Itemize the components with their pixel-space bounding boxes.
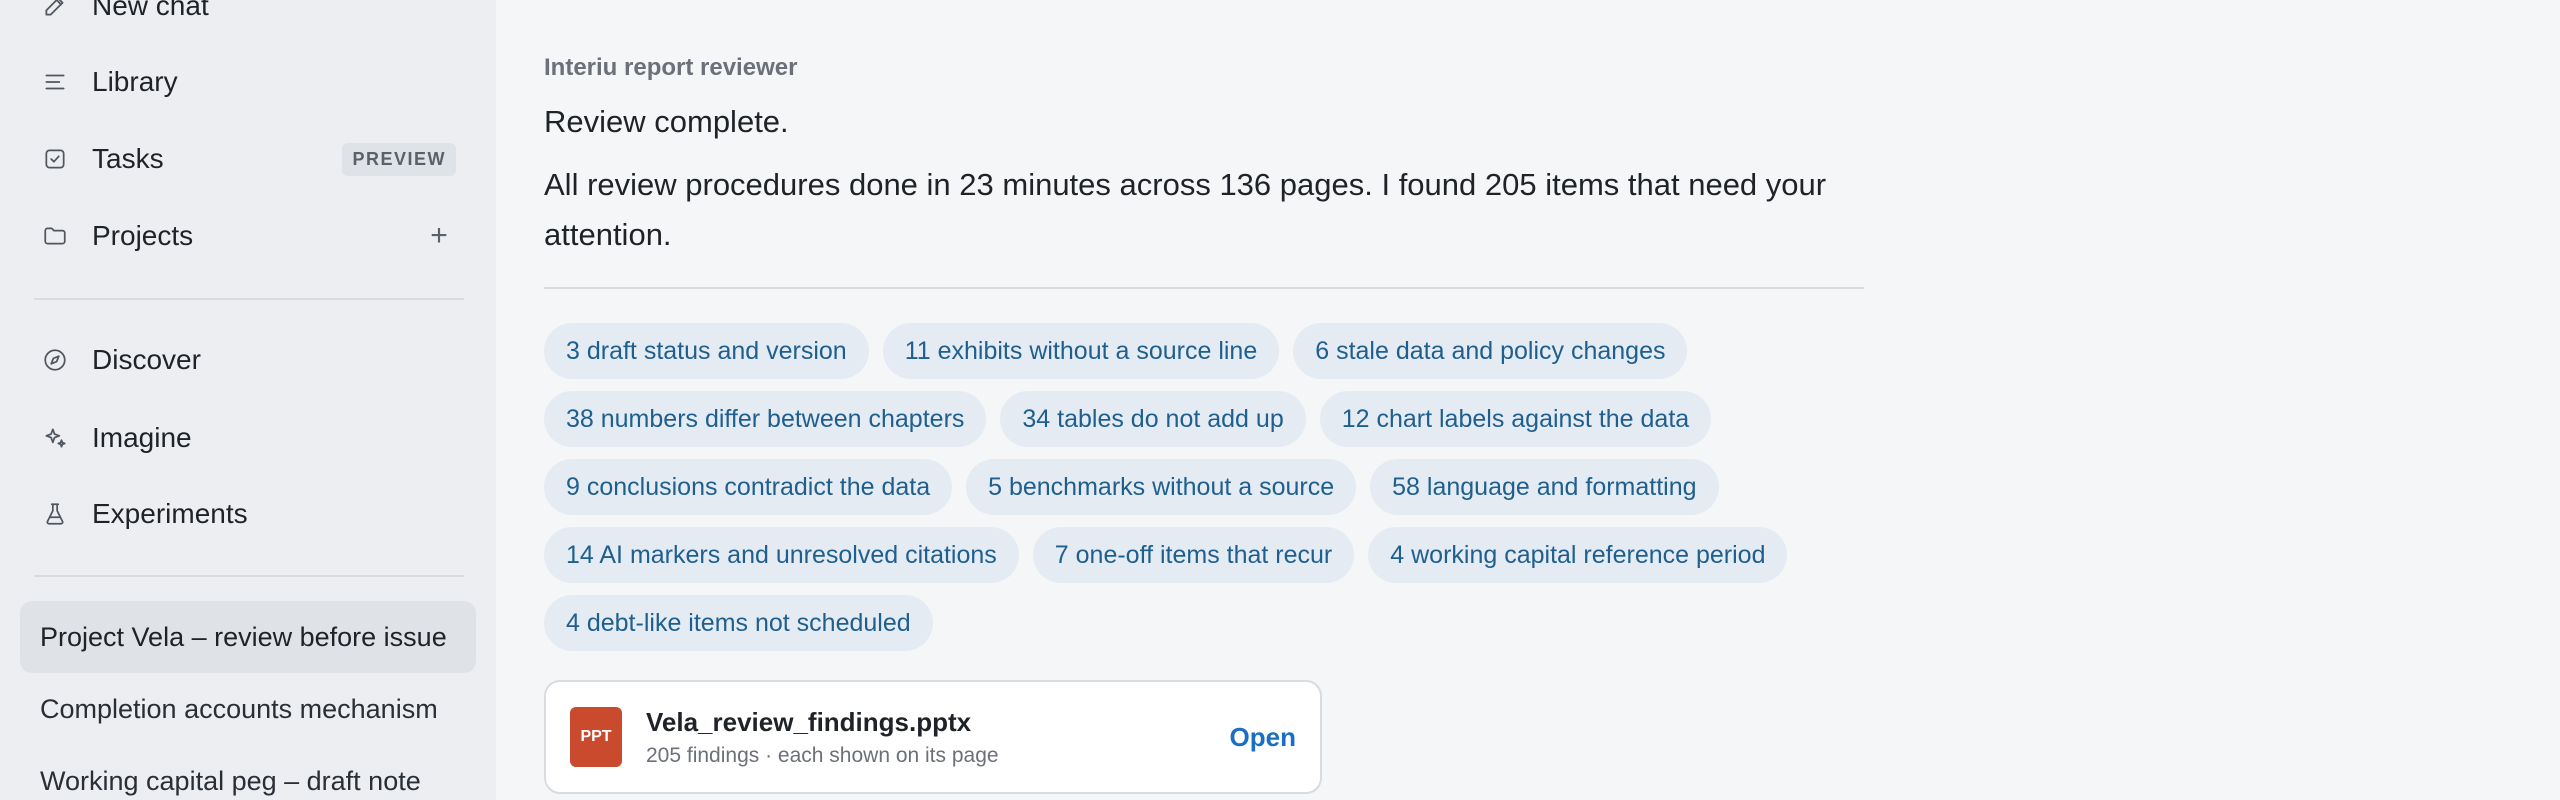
new-chat-button[interactable]: New chat [40, 0, 456, 34]
sidebar-divider [34, 298, 464, 300]
compass-icon [40, 345, 70, 375]
finding-chip[interactable]: 7 one-off items that recur [1032, 527, 1355, 583]
message-body: All review procedures done in 23 minutes… [544, 167, 1827, 252]
sidebar-item-experiments[interactable]: Experiments [40, 486, 456, 542]
chip-row: 3 draft status and version 11 exhibits w… [544, 323, 1864, 379]
message-heading: Review complete. [544, 104, 789, 139]
file-attachment-card[interactable]: PPT Vela_review_findings.pptx 205 findin… [544, 680, 1322, 794]
add-project-button[interactable]: + [424, 219, 454, 253]
sidebar-item-label: Tasks [92, 143, 164, 174]
sidebar-item-label: Imagine [92, 422, 192, 453]
checkbox-icon [40, 144, 70, 174]
chip-row: 9 conclusions contradict the data 5 benc… [544, 459, 1864, 515]
sidebar-item-label: Projects [92, 220, 194, 251]
finding-chip[interactable]: 11 exhibits without a source line [882, 323, 1280, 379]
chat-item-working-capital[interactable]: Working capital peg – draft note [20, 745, 476, 800]
flask-icon [40, 499, 70, 529]
finding-chip[interactable]: 5 benchmarks without a source [966, 459, 1357, 515]
finding-chip[interactable]: 12 chart labels against the data [1319, 391, 1712, 447]
folder-icon [40, 221, 70, 251]
sidebar-divider [34, 575, 464, 577]
sidebar-item-discover[interactable]: Discover [40, 332, 456, 388]
finding-chip[interactable]: 3 draft status and version [544, 323, 869, 379]
sidebar-item-label: Discover [92, 344, 201, 375]
list-icon [40, 67, 70, 97]
sidebar-item-imagine[interactable]: Imagine [40, 410, 456, 466]
preview-badge: PREVIEW [342, 142, 456, 176]
open-file-button[interactable]: Open [1230, 722, 1296, 753]
finding-chip[interactable]: 34 tables do not add up [1000, 391, 1306, 447]
chat-item-project-vela[interactable]: Project Vela – review before issue [20, 601, 476, 673]
file-info: Vela_review_findings.pptx 205 findings ·… [646, 707, 999, 768]
pencil-icon [40, 0, 70, 21]
sidebar: New chat Library Tasks PREVIEW Projects … [0, 0, 496, 800]
new-chat-label: New chat [92, 0, 209, 21]
agent-name: Interiu report reviewer [544, 54, 798, 81]
sidebar-item-tasks[interactable]: Tasks PREVIEW [40, 131, 456, 187]
chip-row: 4 debt-like items not scheduled [544, 595, 1864, 651]
finding-chip[interactable]: 14 AI markers and unresolved citations [544, 527, 1019, 583]
sidebar-item-label: Experiments [92, 498, 248, 529]
finding-chip[interactable]: 4 debt-like items not scheduled [544, 595, 933, 651]
finding-chip[interactable]: 58 language and formatting [1370, 459, 1719, 515]
finding-chips: 3 draft status and version 11 exhibits w… [544, 323, 1864, 663]
finding-chip[interactable]: 6 stale data and policy changes [1293, 323, 1688, 379]
sidebar-item-library[interactable]: Library [40, 54, 456, 110]
finding-chip[interactable]: 9 conclusions contradict the data [544, 459, 953, 515]
sidebar-item-label: Library [92, 66, 178, 97]
pptx-file-icon: PPT [570, 707, 622, 767]
finding-chip[interactable]: 4 working capital reference period [1368, 527, 1788, 583]
file-meta: 205 findings · each shown on its page [646, 743, 999, 767]
message-divider [544, 287, 1864, 289]
sparkle-icon [40, 423, 70, 453]
file-name: Vela_review_findings.pptx [646, 706, 972, 737]
chat-item-completion-accounts[interactable]: Completion accounts mechanism [20, 673, 476, 745]
chip-row: 14 AI markers and unresolved citations 7… [544, 527, 1864, 583]
sidebar-item-projects[interactable]: Projects + [40, 208, 456, 264]
main-panel: Interiu report reviewer Review complete.… [496, 0, 2560, 800]
finding-chip[interactable]: 38 numbers differ between chapters [544, 391, 987, 447]
chip-row: 38 numbers differ between chapters 34 ta… [544, 391, 1864, 447]
